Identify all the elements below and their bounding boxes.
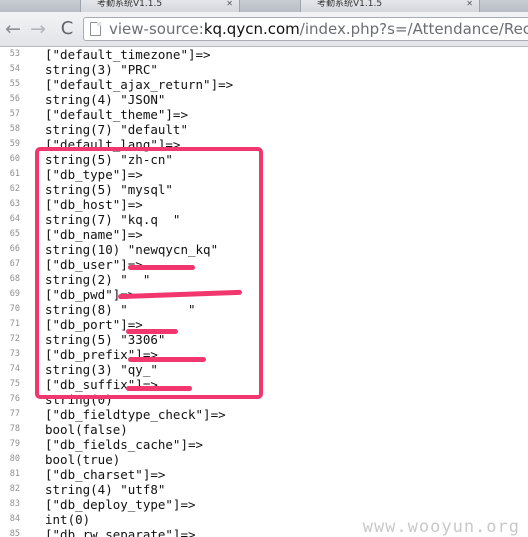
source-code: ["default_timezone"]=>	[45, 47, 211, 62]
line-number: 66	[9, 244, 20, 254]
source-line: 58 string(7) "default"	[0, 122, 528, 137]
source-line: 57 ["default_theme"]=>	[0, 107, 528, 122]
tab-bar: 考勤系统V1.1.5 ✕ 考勤系统V1.1.5 ✕	[0, 0, 528, 12]
url-text: view-source:kq.qycn.com/index.php?s=/Att…	[109, 18, 528, 40]
source-line: 80 bool(true)	[0, 452, 528, 467]
source-code: ["default_theme"]=>	[45, 107, 188, 122]
source-line: 77 ["db_fieldtype_check"]=>	[0, 407, 528, 422]
tab-title: 考勤系统V1.1.5	[317, 0, 383, 9]
source-code: string(7) "default"	[45, 122, 188, 137]
line-number: 59	[9, 139, 20, 149]
line-number: 78	[9, 424, 20, 434]
line-number: 81	[9, 469, 20, 479]
line-number: 67	[9, 259, 20, 269]
source-line: 55 ["default_ajax_return"]=>	[0, 77, 528, 92]
line-number: 79	[9, 439, 20, 449]
close-icon[interactable]: ✕	[466, 0, 473, 8]
line-number: 68	[9, 274, 20, 284]
source-code: ["db_rw_separate"]=>	[45, 527, 196, 537]
source-code: ["default_ajax_return"]=>	[45, 77, 234, 92]
line-number: 55	[9, 79, 20, 89]
source-line: 82 string(4) "utf8"	[0, 482, 528, 497]
tab-title: 考勤系统V1.1.5	[97, 0, 163, 9]
line-number: 71	[9, 319, 20, 329]
source-code: ["db_charset"]=>	[45, 467, 166, 482]
line-number: 82	[9, 484, 20, 494]
url-prefix: view-source:	[109, 20, 204, 38]
browser-toolbar: ← → C view-source:kq.qycn.com/index.php?…	[0, 12, 528, 47]
url-path: /index.php?s=/Attendance/Record/	[299, 20, 528, 38]
source-line: 56 string(4) "JSON"	[0, 92, 528, 107]
source-code: string(4) "JSON"	[45, 92, 166, 107]
line-number: 83	[9, 499, 20, 509]
line-number: 60	[9, 154, 20, 164]
source-code: string(4) "utf8"	[45, 482, 166, 497]
line-number: 80	[9, 454, 20, 464]
browser-tab[interactable]: 考勤系统V1.1.5 ✕	[80, 0, 240, 12]
redaction-mark	[126, 386, 192, 391]
line-number: 65	[9, 229, 20, 239]
line-number: 58	[9, 124, 20, 134]
redaction-mark	[128, 357, 206, 362]
line-number: 76	[9, 394, 20, 404]
source-code: bool(true)	[45, 452, 121, 467]
source-code: string(3) "PRC"	[45, 62, 158, 77]
forward-arrow-icon[interactable]: →	[27, 18, 49, 40]
browser-tab[interactable]: 考勤系统V1.1.5 ✕	[300, 0, 480, 12]
back-arrow-icon[interactable]: ←	[2, 18, 24, 40]
reload-icon[interactable]: C	[56, 18, 78, 40]
source-line: 54 string(3) "PRC"	[0, 62, 528, 77]
redaction-mark	[128, 265, 195, 270]
line-number: 57	[9, 109, 20, 119]
line-number: 72	[9, 334, 20, 344]
source-code: ["db_deploy_type"]=>	[45, 497, 196, 512]
line-number: 73	[9, 349, 20, 359]
line-number: 75	[9, 379, 20, 389]
source-line: 81 ["db_charset"]=>	[0, 467, 528, 482]
line-number: 74	[9, 364, 20, 374]
line-number: 54	[9, 64, 20, 74]
line-number: 64	[9, 214, 20, 224]
line-number: 53	[9, 49, 20, 59]
line-number: 62	[9, 184, 20, 194]
address-bar[interactable]: view-source:kq.qycn.com/index.php?s=/Att…	[83, 17, 528, 41]
source-line: 53 ["default_timezone"]=>	[0, 47, 528, 62]
line-number: 63	[9, 199, 20, 209]
source-code: int(0)	[45, 512, 91, 527]
line-number: 56	[9, 94, 20, 104]
source-code: ["db_fieldtype_check"]=>	[45, 407, 226, 422]
line-number: 70	[9, 304, 20, 314]
line-number: 69	[9, 289, 20, 299]
url-host: kq.qycn.com	[203, 20, 300, 38]
close-icon[interactable]: ✕	[226, 0, 233, 8]
line-number: 84	[9, 514, 20, 524]
source-code: bool(false)	[45, 422, 128, 437]
source-code: ["db_fields_cache"]=>	[45, 437, 204, 452]
source-line: 78 bool(false)	[0, 422, 528, 437]
line-number: 85	[9, 529, 20, 537]
source-line: 83 ["db_deploy_type"]=>	[0, 497, 528, 512]
source-line: 79 ["db_fields_cache"]=>	[0, 437, 528, 452]
redaction-mark	[126, 329, 178, 334]
page-icon	[90, 22, 101, 36]
line-number: 61	[9, 169, 20, 179]
line-number: 77	[9, 409, 20, 419]
watermark: www.wooyun.org	[362, 517, 520, 537]
